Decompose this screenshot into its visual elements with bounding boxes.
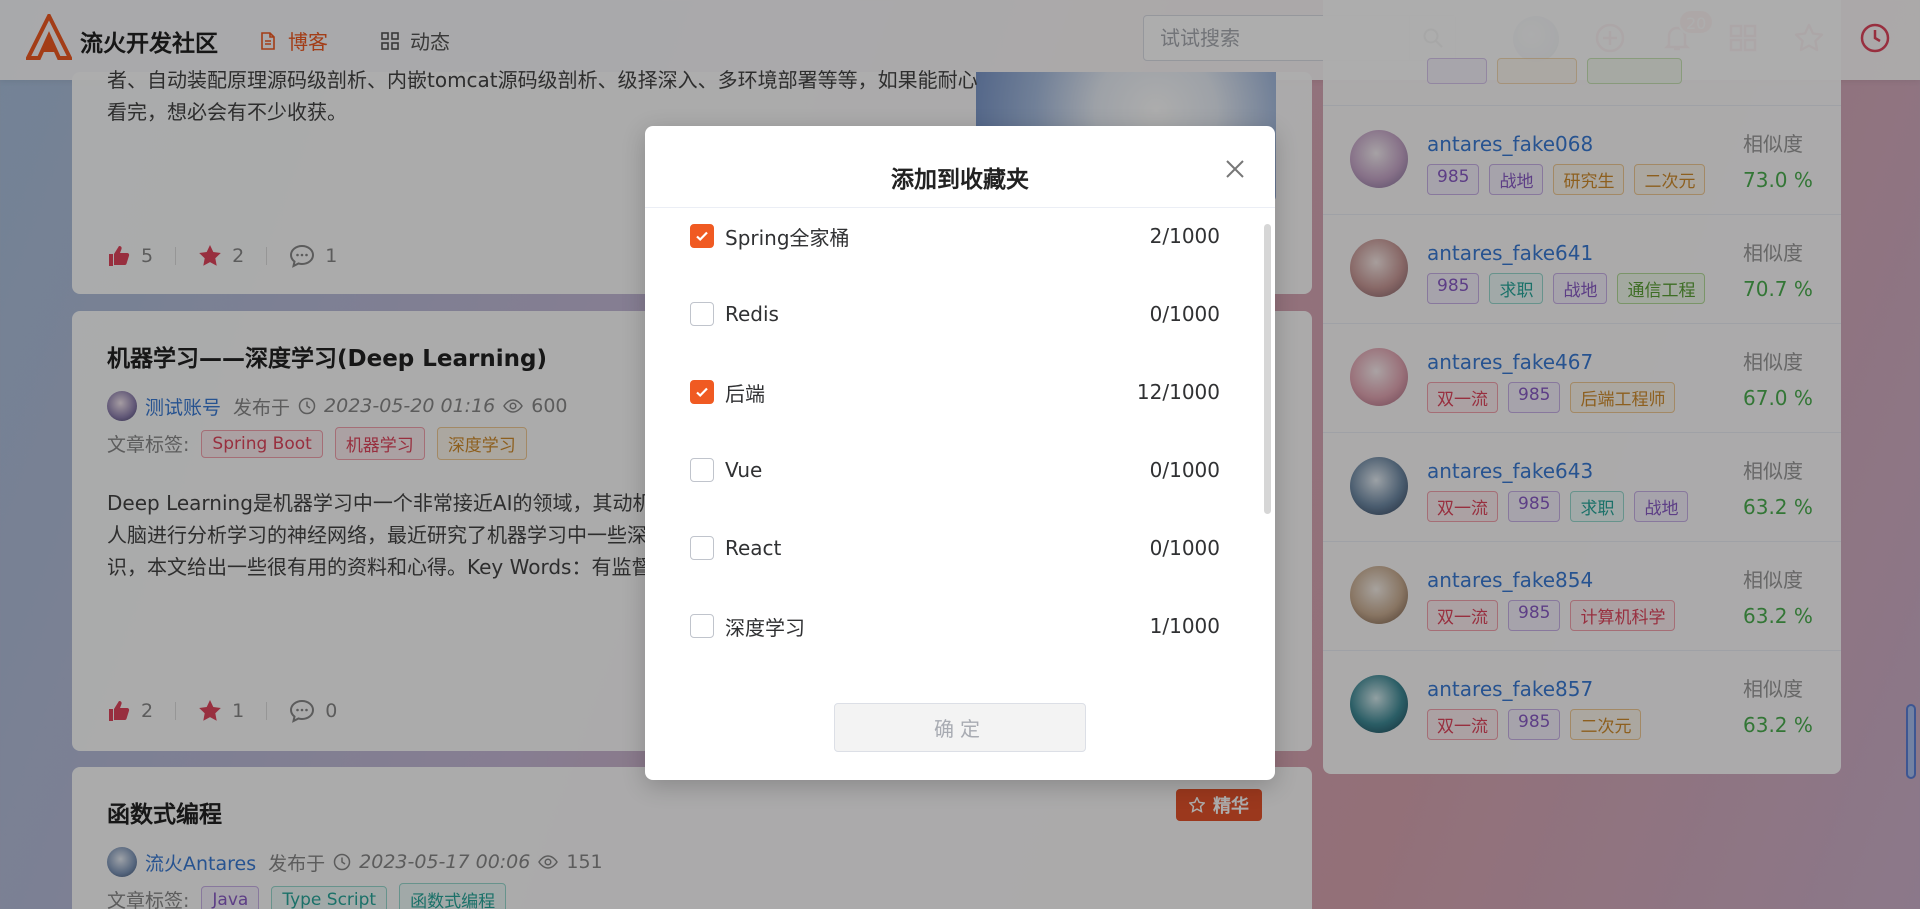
favorite-folder-item[interactable]: 后端 12/1000 xyxy=(690,372,1220,412)
folder-name: 后端 xyxy=(725,381,765,406)
folder-count: 0/1000 xyxy=(1149,536,1220,560)
confirm-button[interactable]: 确定 xyxy=(834,703,1086,752)
favorites-list: Spring全家桶 2/1000 Redis 0/1000 后端 12/1000… xyxy=(645,208,1275,688)
dialog-scrollbar[interactable] xyxy=(1264,224,1271,514)
close-button[interactable] xyxy=(1220,154,1250,184)
favorite-folder-item[interactable]: Spring全家桶 2/1000 xyxy=(690,216,1220,256)
folder-count: 0/1000 xyxy=(1149,458,1220,482)
folder-name: Vue xyxy=(725,458,763,482)
folder-name: Redis xyxy=(725,302,779,326)
folder-name: React xyxy=(725,536,782,560)
checkbox-checked[interactable] xyxy=(690,224,714,248)
check-icon xyxy=(696,387,708,398)
folder-name: 深度学习 xyxy=(725,615,805,640)
close-icon xyxy=(1226,160,1244,178)
dialog-title: 添加到收藏夹 xyxy=(891,167,1029,193)
checkbox[interactable] xyxy=(690,536,714,560)
folder-count: 1/1000 xyxy=(1149,614,1220,638)
favorite-folder-item[interactable]: Vue 0/1000 xyxy=(690,450,1220,490)
checkbox-checked[interactable] xyxy=(690,380,714,404)
check-icon xyxy=(696,231,708,242)
folder-count: 0/1000 xyxy=(1149,302,1220,326)
folder-count: 2/1000 xyxy=(1149,224,1220,248)
checkbox[interactable] xyxy=(690,302,714,326)
checkbox[interactable] xyxy=(690,458,714,482)
checkbox[interactable] xyxy=(690,614,714,638)
favorite-folder-item[interactable]: 深度学习 1/1000 xyxy=(690,606,1220,646)
add-to-favorites-dialog: 添加到收藏夹 Spring全家桶 2/1000 Redis 0/1000 后端 … xyxy=(645,126,1275,780)
folder-count: 12/1000 xyxy=(1136,380,1220,404)
favorite-folder-item[interactable]: React 0/1000 xyxy=(690,528,1220,568)
folder-name: Spring全家桶 xyxy=(725,225,850,250)
favorite-folder-item[interactable]: Redis 0/1000 xyxy=(690,294,1220,334)
